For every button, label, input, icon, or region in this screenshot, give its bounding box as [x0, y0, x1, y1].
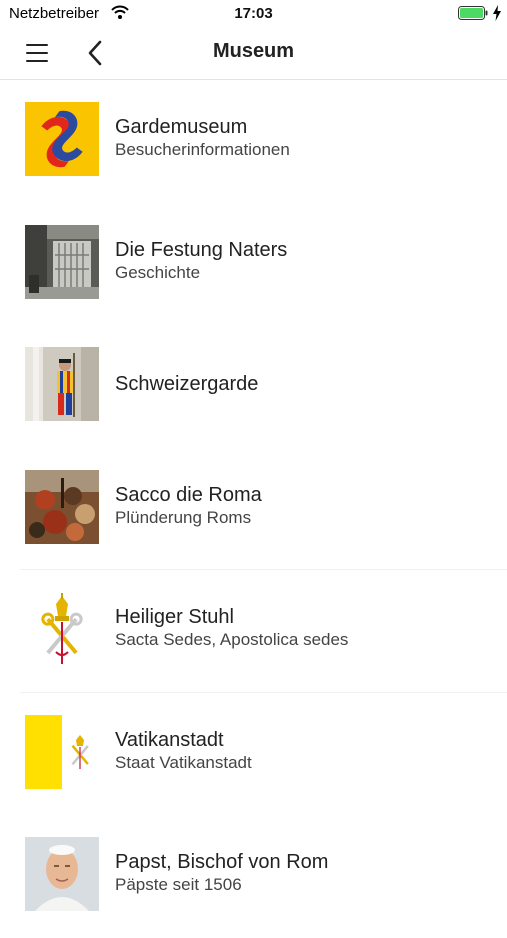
list-item-gardemuseum[interactable]: Gardemuseum Besucherinformationen — [0, 80, 507, 203]
navigation-bar: Museum — [0, 28, 507, 80]
list-item-vatikanstadt[interactable]: Vatikanstadt Staat Vatikanstadt — [0, 693, 507, 816]
status-time: 17:03 — [234, 5, 273, 22]
status-bar: Netzbetreiber 17:03 — [0, 0, 507, 28]
holy-see-emblem — [25, 592, 99, 666]
item-subtitle: Päpste seit 1506 — [115, 875, 242, 894]
swiss-guard-photo — [25, 347, 99, 421]
list-item-heiliger-stuhl[interactable]: Heiliger Stuhl Sacta Sedes, Apostolica s… — [0, 570, 507, 693]
item-title: Schweizergarde — [115, 373, 259, 395]
gardemuseum-logo — [25, 102, 99, 176]
list-item-papst[interactable]: Papst, Bischof von Rom Päpste seit 1506 — [0, 815, 507, 938]
item-subtitle: Besucherinformationen — [115, 140, 290, 159]
item-title: Vatikanstadt — [115, 728, 224, 751]
item-subtitle: Staat Vatikanstadt — [115, 752, 252, 772]
vatican-flag — [25, 714, 99, 789]
page-title: Museum — [212, 40, 295, 62]
list-item-schweizergarde[interactable]: Schweizergarde — [0, 325, 507, 448]
item-title: Die Festung Naters — [115, 238, 288, 261]
battery-icon — [458, 6, 488, 20]
item-subtitle: Plünderung Roms — [115, 507, 252, 527]
fortress-door-photo — [25, 224, 99, 299]
item-title: Papst, Bischof von Rom — [115, 851, 329, 873]
item-title: Sacco die Roma — [115, 483, 262, 506]
item-subtitle: Geschichte — [115, 262, 201, 282]
battle-painting — [25, 469, 99, 544]
charging-bolt-icon — [493, 5, 501, 21]
item-title: Gardemuseum — [115, 116, 248, 138]
item-subtitle: Sacta Sedes, Apostolica sedes — [115, 630, 349, 649]
list-item-festung-naters[interactable]: Die Festung Naters Geschichte — [0, 203, 507, 326]
item-title: Heiliger Stuhl — [115, 606, 234, 628]
museum-list: Gardemuseum Besucherinformationen Die Fe… — [0, 80, 507, 938]
list-item-sacco-di-roma[interactable]: Sacco die Roma Plünderung Roms — [0, 448, 507, 570]
